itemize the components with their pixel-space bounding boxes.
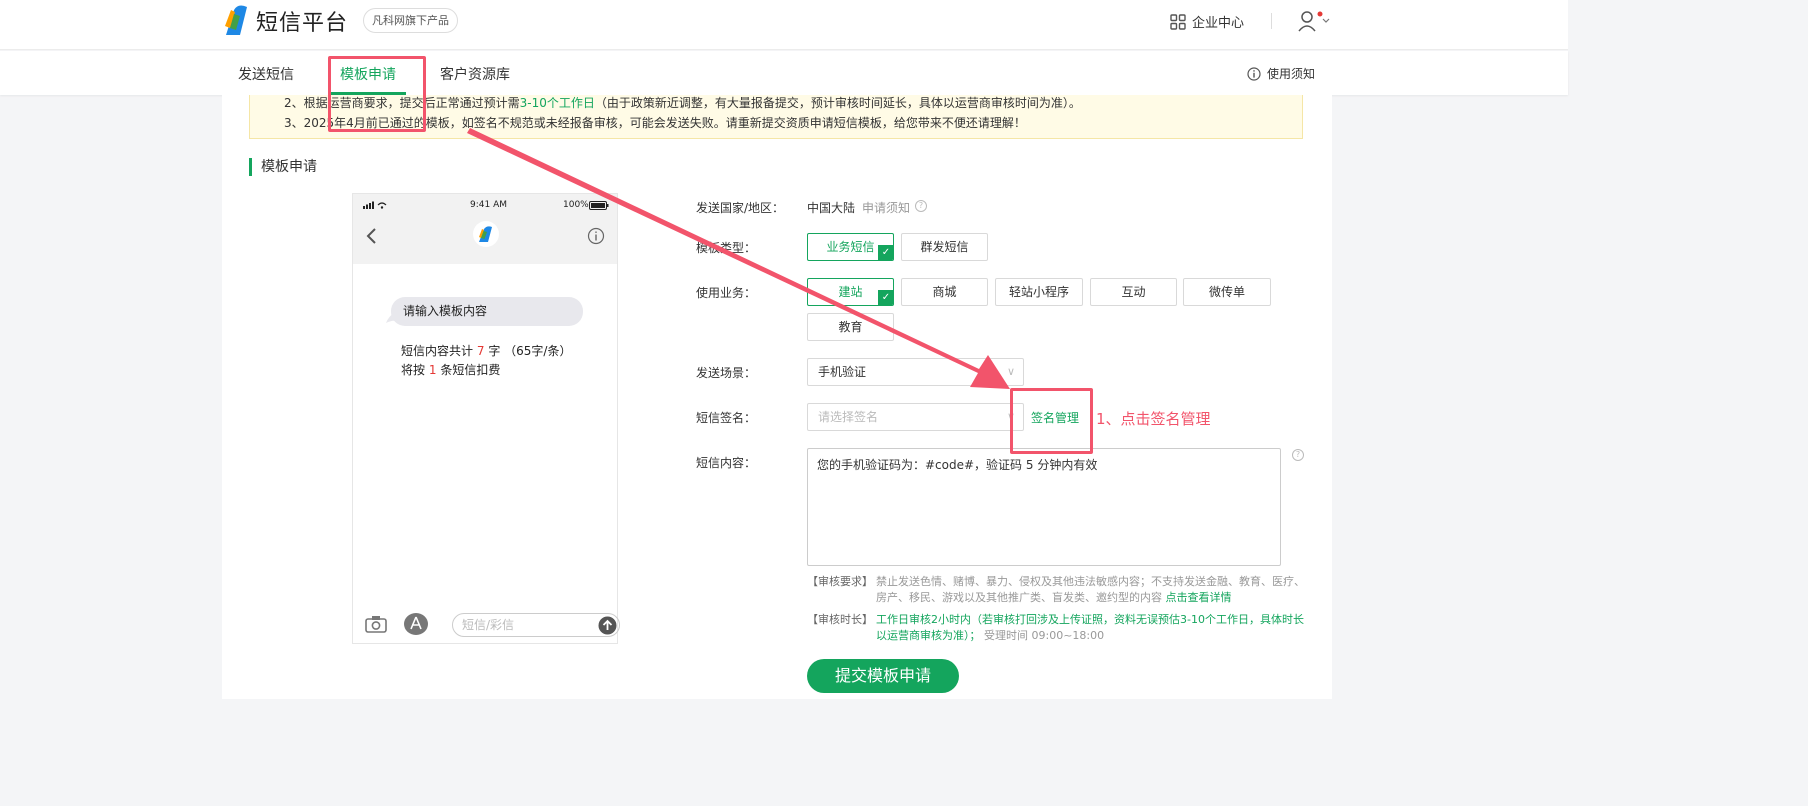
annotation-text: 1、点击签名管理 [1096, 410, 1211, 428]
annotation-arrow [467, 128, 1010, 389]
arrow-shape [467, 128, 1010, 389]
